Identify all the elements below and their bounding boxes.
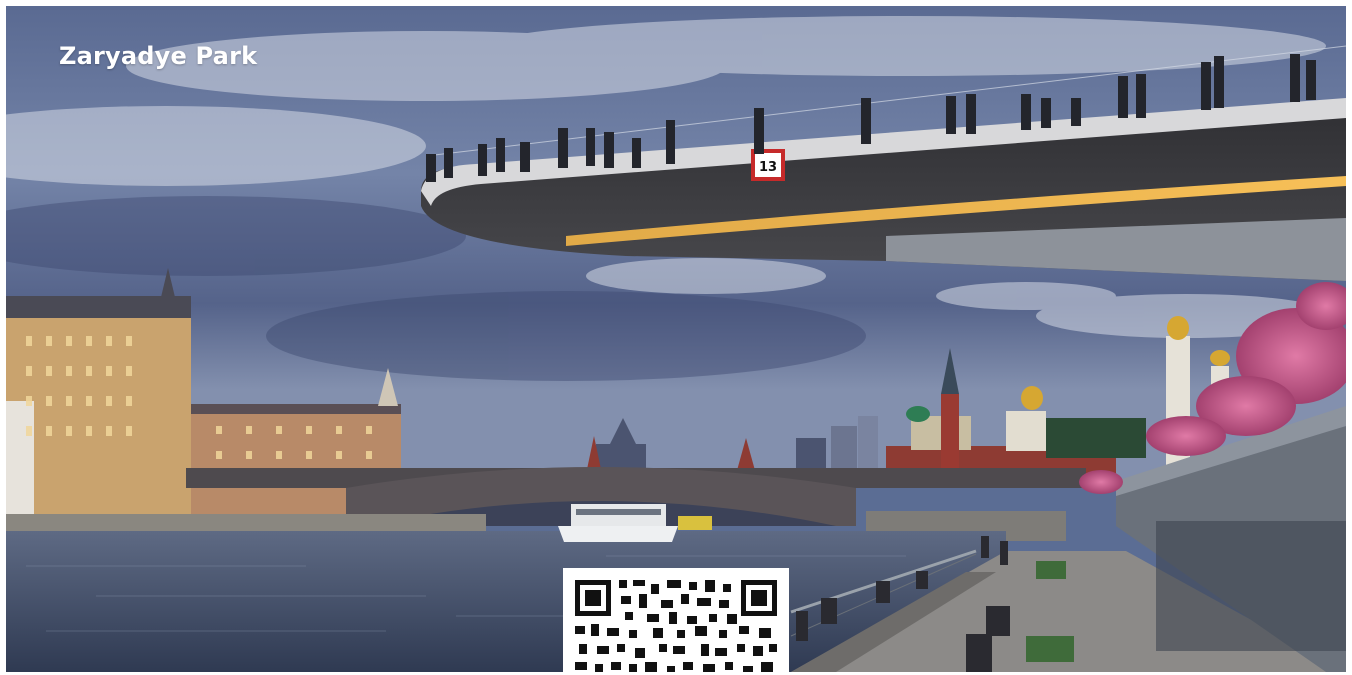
photo-frame: 13 Zaryadye Park <box>6 6 1346 672</box>
river-boat <box>558 504 678 542</box>
pier-sign-number: 13 <box>759 160 777 175</box>
qr-code-icon[interactable] <box>563 568 789 672</box>
location-title: Zaryadye Park <box>59 42 258 70</box>
